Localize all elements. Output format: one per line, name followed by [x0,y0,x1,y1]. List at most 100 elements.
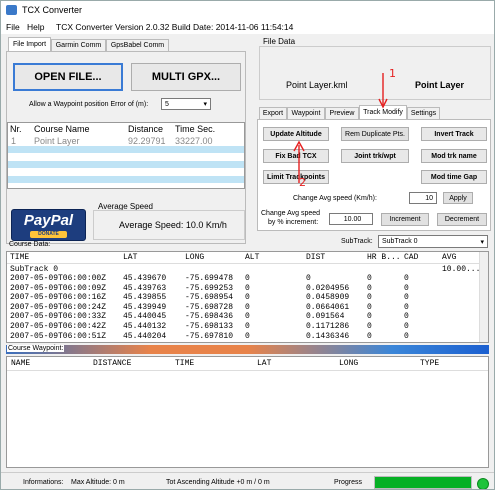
table-cell: 0 [404,293,409,303]
file-data-title: File Data [263,37,296,46]
status-info: Informations: [23,479,64,486]
status-max-alt: Max Altitude: 0 m [71,479,125,486]
table-cell: 0 [367,293,372,303]
table-cell: 2007-05-09T06:00:24Z [10,302,107,312]
table-row[interactable]: 2007-05-09T06:00:42Z 45.440132 -75.698133 0… [7,322,488,331]
tab-export[interactable]: Export [259,107,287,119]
course-data-table[interactable]: TIME LAT LONG ALT DIST HR B... CAD AVG S… [6,251,489,343]
table-row[interactable]: 2007-05-09T06:00:51Z 45.440204 -75.697810 0… [7,331,488,341]
change-speed-label: Change Avg speed (Km/h): [293,195,377,202]
tab-waypoint[interactable]: Waypoint [287,107,325,119]
table-cell: 0 [404,331,409,341]
paypal-donate-button[interactable]: PayPal DONATE [11,209,86,241]
progress-fill [375,477,471,488]
col-long: LONG [185,253,205,262]
col-time: TIME [10,253,30,262]
multi-gpx-button[interactable]: MULTI GPX... [131,63,241,91]
table-cell: 0 [367,302,372,312]
table-row[interactable]: 1 Point Layer 92.29791 33227.00 [8,136,244,146]
vertical-scrollbar[interactable] [479,252,488,342]
change-pct-input[interactable]: 10.00 [329,213,373,225]
invert-track-button[interactable]: Invert Track [421,127,487,141]
table-cell: 45.439670 [123,274,167,283]
tab-file-import[interactable]: File Import [8,37,51,51]
table-cell: 2007-05-09T06:00:51Z [10,331,107,341]
table-cell: 45.440045 [123,312,167,322]
course-waypoint-label: Course Waypoint: [7,345,65,352]
menu-file[interactable]: File [6,22,20,32]
data-table-header: TIME LAT LONG ALT DIST HR B... CAD AVG [7,252,488,264]
change-pct-label-1: Change Avg speed [261,210,321,217]
tab-garmin-comm[interactable]: Garmin Comm [51,39,106,51]
col-alt: ALT [245,253,260,262]
app-window: TCX Converter File Help TCX Converter Ve… [0,0,495,490]
apply-button[interactable]: Apply [443,192,473,204]
table-cell: 45.440132 [123,322,167,331]
course-list-table[interactable]: Nr. Course Name Distance Time Sec. 1 Poi… [7,122,245,189]
mod-time-gap-button[interactable]: Mod time Gap [421,170,487,184]
table-cell: 0 [404,322,409,331]
table-cell: 0 [245,293,250,303]
col-lat: LAT [123,253,138,262]
chevron-down-icon: ▾ [480,238,484,246]
table-cell: 0.0458909 [306,293,350,303]
tab-preview[interactable]: Preview [325,107,359,119]
status-indicator-icon [477,478,489,489]
chevron-down-icon: ▾ [203,101,207,108]
table-cell: 0 [245,274,250,283]
menu-help[interactable]: Help [27,22,44,32]
waypoint-error-label: Allow a Waypoint position Error of (m): [29,101,149,108]
table-row[interactable]: 2007-05-09T06:00:16Z 45.439855 -75.698954 0… [7,293,488,303]
empty-row-stripe [8,161,244,168]
table-cell: 0.1171286 [306,322,350,331]
empty-row-stripe [8,176,244,183]
subtrack-name: SubTrack 0 [10,265,59,274]
col-course-name: Course Name [34,124,90,134]
table-cell: -75.698954 [185,293,234,303]
cell-nr: 1 [11,136,17,146]
change-speed-input[interactable]: 10 [409,192,437,204]
table-cell: 45.439763 [123,283,167,293]
cell-time: 33227.00 [175,136,213,146]
course-name-display: Point Layer [415,80,465,90]
col-wp-distance: DISTANCE [93,359,132,368]
col-wp-name: NAME [11,359,31,368]
donate-label: DONATE [30,231,67,238]
average-speed-value: Average Speed: 10.0 Km/h [119,220,227,230]
waypoint-error-select[interactable]: 5 ▾ [161,98,211,110]
joint-trk-wpt-button[interactable]: Joint trk/wpt [341,149,409,163]
tab-settings[interactable]: Settings [407,107,440,119]
rem-duplicate-button[interactable]: Rem Duplicate Pts. [341,127,409,141]
tab-gpsbabel-comm[interactable]: GpsBabel Comm [106,39,169,51]
menu-bar: File Help TCX Converter Version 2.0.32 B… [1,20,494,34]
progress-label: Progress [334,479,363,486]
col-cad: CAD [404,253,419,262]
subtrack-row[interactable]: SubTrack 0 10.00... [7,265,488,274]
col-distance: Distance [128,124,164,134]
table-cell: 0.0204956 [306,283,350,293]
table-row[interactable]: 2007-05-09T06:00:24Z 45.439949 -75.698728 0… [7,302,488,312]
table-cell: 0.0664061 [306,302,350,312]
mod-trk-name-button[interactable]: Mod trk name [421,149,487,163]
table-row[interactable]: 2007-05-09T06:00:09Z 45.439763 -75.699253 0… [7,283,488,293]
table-row[interactable]: 2007-05-09T06:00:00Z 45.439670 -75.699478 0… [7,274,488,283]
table-cell: 0 [404,274,409,283]
version-text: TCX Converter Version 2.0.32 Build Date:… [56,22,294,32]
decrement-button[interactable]: Decrement [437,213,487,226]
col-hr: HR B... [367,253,401,262]
table-cell: 2007-05-09T06:00:16Z [10,293,107,303]
table-cell: -75.698133 [185,322,234,331]
table-cell: 0 [367,331,372,341]
table-cell: -75.699478 [185,274,234,283]
table-cell: -75.698728 [185,302,234,312]
open-file-button[interactable]: OPEN FILE... [13,63,123,91]
subtrack-select[interactable]: SubTrack 0 ▾ [378,235,488,248]
cell-distance: 92.29791 [128,136,166,146]
table-cell: 2007-05-09T06:00:00Z [10,274,107,283]
cell-course-name: Point Layer [34,136,80,146]
table-row[interactable]: 2007-05-09T06:00:33Z 45.440045 -75.698436 0… [7,312,488,322]
table-cell: -75.697810 [185,331,234,341]
increment-button[interactable]: Increment [381,213,429,226]
empty-row-stripe [8,146,244,153]
waypoint-table[interactable]: NAME DISTANCE TIME LAT LONG TYPE [6,356,489,468]
